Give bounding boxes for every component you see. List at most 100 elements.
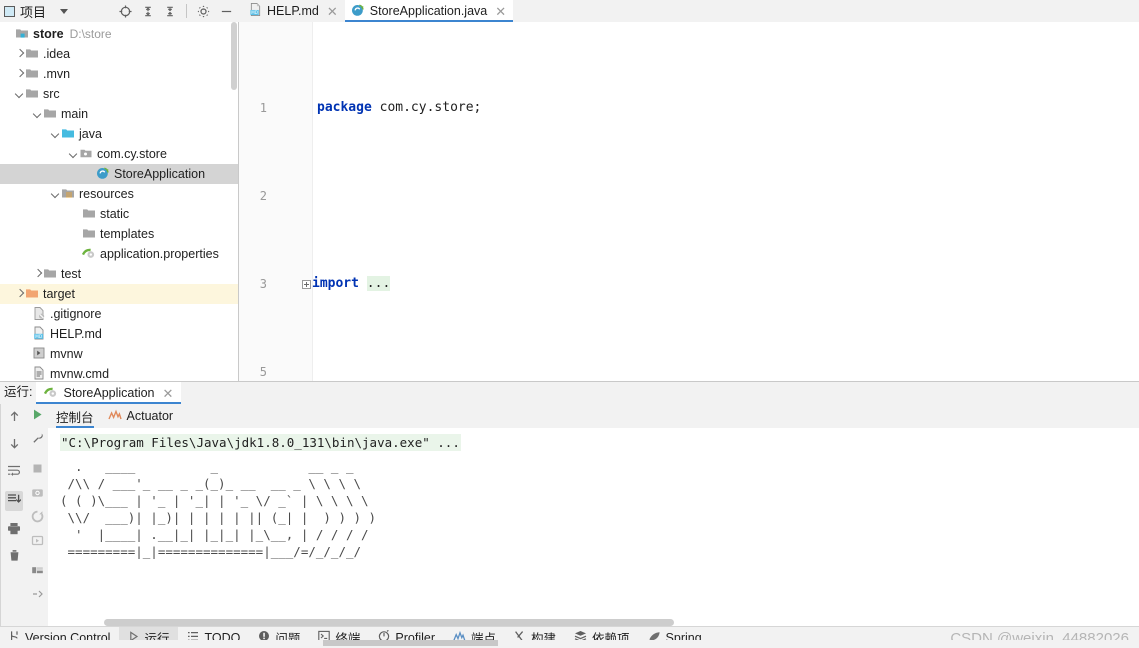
expand-all-icon[interactable] (142, 5, 154, 18)
tree-toggle[interactable] (14, 289, 25, 300)
svg-text:MD: MD (35, 334, 42, 339)
top-row: 项目 MD HELP.md ✕ StoreApplication.java ✕ (0, 0, 1139, 22)
tree-row-idea[interactable]: .idea (0, 44, 238, 64)
run-icon[interactable] (31, 408, 44, 424)
console-output[interactable]: "C:\Program Files\Java\jdk1.8.0_131\bin\… (48, 428, 1139, 627)
tree-label: mvnw (50, 347, 83, 361)
run-configuration-tab[interactable]: StoreApplication ✕ (36, 382, 182, 404)
project-panel-title[interactable]: 项目 (4, 2, 69, 21)
run-tab-row: 运行: StoreApplication ✕ (0, 382, 1139, 404)
tree-toggle[interactable] (14, 49, 25, 60)
token-import-fold[interactable]: ... (366, 276, 391, 291)
editor-tab-help-md[interactable]: MD HELP.md ✕ (243, 0, 345, 22)
console-tab-label: 控制台 (56, 410, 94, 425)
tree-row-help-md[interactable]: MD HELP.md (0, 324, 238, 344)
line-number: 5 (259, 365, 267, 379)
run-tab-label: StoreApplication (63, 386, 155, 400)
expand-icon[interactable] (31, 588, 44, 602)
run-tool-window: 运行: StoreApplication ✕ 控制台 Actuator "C:\… (0, 381, 1139, 627)
tree-row-gitignore[interactable]: .gitignore (0, 304, 238, 324)
folder-icon (43, 266, 57, 283)
spring-boot-banner: . ____ _ __ _ _ /\\ / ___'_ __ _ _(_)_ _… (60, 458, 1139, 560)
close-icon[interactable]: ✕ (163, 387, 174, 400)
close-icon[interactable]: ✕ (495, 5, 506, 18)
tree-row-application-properties[interactable]: application.properties (0, 244, 238, 264)
code-line-3: 3 import ... (239, 273, 1139, 295)
line-number: 3 (259, 277, 267, 291)
rerun-icon[interactable] (31, 510, 44, 526)
tree-toggle[interactable] (50, 189, 61, 200)
editor-tab-label: StoreApplication.java (369, 4, 488, 18)
folder-icon (82, 206, 96, 223)
camera-icon[interactable] (31, 486, 44, 502)
tree-row-mvnw-cmd[interactable]: mvnw.cmd (0, 364, 238, 381)
tree-toggle[interactable] (32, 109, 43, 120)
locate-icon[interactable] (119, 4, 132, 18)
tree-toggle[interactable] (32, 269, 43, 280)
run-side-toolbar (0, 404, 27, 627)
editor-code[interactable]: 1 package com.cy.store; 2 3 import ... 5 (239, 22, 1139, 381)
tree-row-mvn[interactable]: .mvn (0, 64, 238, 84)
tree-label: store (33, 27, 64, 41)
tree-label: src (43, 87, 60, 101)
chevron-down-icon[interactable] (60, 8, 69, 14)
resume-icon[interactable] (31, 534, 44, 550)
tree-row-src[interactable]: src (0, 84, 238, 104)
editor-tab-storeapplication-java[interactable]: StoreApplication.java ✕ (344, 0, 514, 22)
tree-row-main[interactable]: main (0, 104, 238, 124)
fold-expand-icon[interactable] (302, 279, 311, 289)
tree-toggle[interactable] (14, 69, 25, 80)
tree-label: resources (79, 187, 134, 201)
code-line-2: 2 (239, 185, 1139, 207)
tree-row-store[interactable]: store D:\store (0, 24, 238, 44)
scroll-up-icon[interactable] (8, 410, 21, 426)
settings-icon[interactable] (197, 5, 210, 18)
tree-toggle[interactable] (50, 129, 61, 140)
project-tree-scrollbar[interactable] (231, 22, 237, 90)
soft-wrap-icon[interactable] (7, 464, 21, 480)
tree-row-mvnw[interactable]: mvnw (0, 344, 238, 364)
console-tab-actuator[interactable]: Actuator (107, 404, 173, 428)
tree-label: .mvn (43, 67, 71, 81)
tree-toggle[interactable] (4, 29, 15, 40)
wrench-icon[interactable] (31, 432, 44, 448)
layout-icon[interactable] (31, 564, 44, 580)
tree-row-resources[interactable]: resources (0, 184, 238, 204)
excluded-folder-icon (25, 286, 39, 303)
actuator-icon (107, 409, 122, 424)
tree-row-package[interactable]: com.cy.store (0, 144, 238, 164)
console-horizontal-scrollbar[interactable] (104, 619, 674, 626)
tree-row-storeapplication[interactable]: StoreApplication (0, 164, 238, 184)
banner-line-1: . ____ _ __ _ _ (60, 459, 354, 474)
stop-icon[interactable] (31, 462, 44, 478)
project-tree: store D:\store .idea .mvn src main java … (0, 22, 238, 381)
tree-row-static[interactable]: static (0, 204, 238, 224)
editor-tab-label: HELP.md (267, 4, 319, 18)
code-editor[interactable]: 1 package com.cy.store; 2 3 import ... 5 (239, 22, 1139, 381)
scroll-down-icon[interactable] (8, 437, 21, 453)
tree-label: main (61, 107, 89, 121)
tree-label: application.properties (100, 247, 219, 261)
console-tab-console[interactable]: 控制台 (56, 404, 94, 428)
close-icon[interactable]: ✕ (327, 5, 338, 18)
module-icon (15, 26, 29, 43)
tree-toggle[interactable] (68, 149, 79, 160)
trash-icon[interactable] (8, 549, 21, 565)
folder-icon (25, 46, 39, 63)
project-tree-panel[interactable]: store D:\store .idea .mvn src main java … (0, 22, 239, 381)
scroll-to-end-icon[interactable] (5, 491, 23, 511)
tree-row-java[interactable]: java (0, 124, 238, 144)
tree-row-test[interactable]: test (0, 264, 238, 284)
code-text: import ... (312, 273, 391, 295)
print-icon[interactable] (7, 522, 21, 538)
tree-label: test (61, 267, 82, 281)
resource-folder-icon (61, 186, 75, 203)
tree-label: com.cy.store (97, 147, 167, 161)
collapse-all-icon[interactable] (164, 5, 176, 18)
script-icon (32, 346, 46, 363)
minimize-icon[interactable] (220, 5, 233, 18)
tree-toggle[interactable] (14, 89, 25, 100)
folder-icon (25, 66, 39, 83)
tree-row-templates[interactable]: templates (0, 224, 238, 244)
tree-row-target[interactable]: target (0, 284, 238, 304)
